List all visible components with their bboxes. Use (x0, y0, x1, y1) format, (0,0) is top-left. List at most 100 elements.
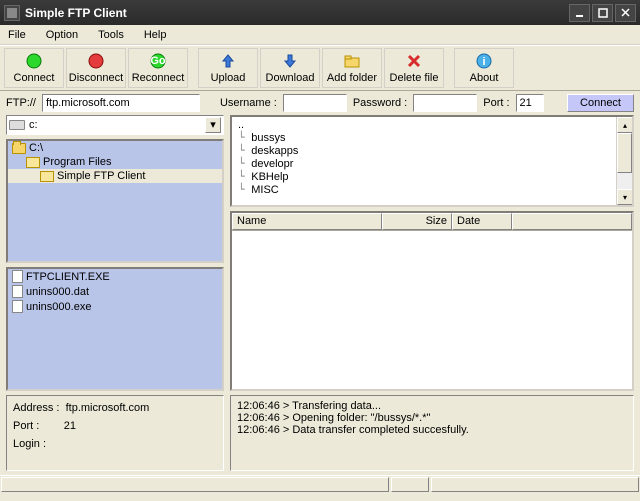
svg-text:Go: Go (150, 55, 166, 67)
username-input[interactable] (283, 94, 347, 112)
menubar: File Option Tools Help (0, 25, 640, 45)
remote-tree-item[interactable]: └ deskapps (238, 144, 610, 157)
minimize-button[interactable] (569, 4, 590, 22)
log-line: 12:06:46 > Transfering data... (237, 400, 627, 412)
upload-button[interactable]: Upload (198, 48, 258, 88)
drive-selector[interactable]: c: ▾ (6, 115, 224, 135)
window-title: Simple FTP Client (25, 6, 569, 20)
delete-icon (405, 52, 423, 70)
delete-file-label: Delete file (390, 72, 439, 84)
disconnect-button[interactable]: Disconnect (66, 48, 126, 88)
maximize-button[interactable] (592, 4, 613, 22)
connect-icon (25, 52, 43, 70)
about-button[interactable]: i About (454, 48, 514, 88)
add-folder-label: Add folder (327, 72, 377, 84)
app-icon (4, 5, 20, 21)
remote-tree-item[interactable]: └ KBHelp (238, 170, 610, 183)
scroll-thumb[interactable] (617, 133, 632, 173)
col-date[interactable]: Date (452, 213, 512, 230)
remote-tree-label: developr (251, 158, 293, 170)
status-login-label: Login : (13, 438, 46, 450)
chevron-down-icon: ▾ (205, 117, 221, 133)
scroll-down-icon[interactable]: ▾ (617, 189, 633, 205)
status-port-label: Port : (13, 420, 39, 432)
password-label: Password : (353, 97, 407, 109)
local-tree-label: Simple FTP Client (57, 170, 145, 182)
upload-icon (219, 52, 237, 70)
host-input[interactable] (42, 94, 200, 112)
port-input[interactable] (516, 94, 544, 112)
remote-folder-tree[interactable]: .. └ bussys └ deskapps └ developr └ KBHe… (230, 115, 634, 207)
connect-label: Connect (14, 72, 55, 84)
local-folder-tree[interactable]: C:\Program Files Simple FTP Client (6, 139, 224, 263)
status-addr: ftp.microsoft.com (66, 402, 150, 414)
local-tree-item[interactable]: C:\ (8, 141, 222, 155)
folder-icon (26, 157, 40, 168)
connect-remote-button[interactable]: Connect (567, 94, 634, 112)
download-button[interactable]: Download (260, 48, 320, 88)
local-file-list[interactable]: FTPCLIENT.EXE unins000.dat unins000.exe (6, 267, 224, 391)
toolbar: Connect Disconnect Go Reconnect Upload D… (0, 45, 640, 91)
col-size[interactable]: Size (382, 213, 452, 230)
file-icon (12, 285, 23, 298)
remote-file-list[interactable]: Name Size Date (230, 211, 634, 391)
col-spare (512, 213, 632, 230)
menu-file[interactable]: File (4, 27, 30, 43)
local-tree-label: C:\ (29, 142, 43, 154)
remote-tree-item[interactable]: └ bussys (238, 131, 610, 144)
menu-tools[interactable]: Tools (94, 27, 128, 43)
about-label: About (470, 72, 499, 84)
delete-file-button[interactable]: Delete file (384, 48, 444, 88)
local-file-label: FTPCLIENT.EXE (26, 271, 110, 283)
close-button[interactable] (615, 4, 636, 22)
download-icon (281, 52, 299, 70)
file-icon (12, 300, 23, 313)
remote-tree-scrollbar[interactable]: ▴ ▾ (616, 117, 632, 205)
port-label: Port : (483, 97, 509, 109)
local-file-item[interactable]: FTPCLIENT.EXE (8, 269, 222, 284)
disconnect-label: Disconnect (69, 72, 123, 84)
local-file-label: unins000.exe (26, 301, 91, 313)
log-panel: 12:06:46 > Transfering data...12:06:46 >… (230, 395, 634, 471)
drive-icon (9, 120, 25, 130)
username-label: Username : (220, 97, 277, 109)
reconnect-button[interactable]: Go Reconnect (128, 48, 188, 88)
menu-help[interactable]: Help (140, 27, 171, 43)
add-folder-button[interactable]: Add folder (322, 48, 382, 88)
statusbar (0, 475, 640, 493)
status-panel: Address : ftp.microsoft.com Port : 21 Lo… (6, 395, 224, 471)
disconnect-icon (87, 52, 105, 70)
local-file-item[interactable]: unins000.dat (8, 284, 222, 299)
reconnect-label: Reconnect (132, 72, 185, 84)
download-label: Download (266, 72, 315, 84)
remote-tree-label: deskapps (251, 145, 298, 157)
folder-icon (12, 143, 26, 154)
status-addr-label: Address : (13, 402, 59, 414)
local-tree-item[interactable]: Simple FTP Client (8, 169, 222, 183)
col-name[interactable]: Name (232, 213, 382, 230)
menu-option[interactable]: Option (42, 27, 82, 43)
connection-row: FTP:// Username : Password : Port : Conn… (0, 91, 640, 115)
log-line: 12:06:46 > Data transfer completed succe… (237, 424, 627, 436)
remote-tree-item[interactable]: └ MISC (238, 183, 610, 196)
scroll-up-icon[interactable]: ▴ (617, 117, 633, 133)
about-icon: i (475, 52, 493, 70)
remote-list-header: Name Size Date (232, 213, 632, 231)
local-tree-label: Program Files (43, 156, 111, 168)
remote-tree-item[interactable]: └ developr (238, 157, 610, 170)
upload-label: Upload (211, 72, 246, 84)
add-folder-icon (343, 52, 361, 70)
ftp-label: FTP:// (6, 97, 36, 109)
password-input[interactable] (413, 94, 477, 112)
connect-button[interactable]: Connect (4, 48, 64, 88)
remote-tree-label: KBHelp (251, 171, 288, 183)
local-file-label: unins000.dat (26, 286, 89, 298)
svg-text:i: i (482, 56, 485, 68)
log-line: 12:06:46 > Opening folder: "/bussys/*.*" (237, 412, 627, 424)
reconnect-icon: Go (149, 52, 167, 70)
remote-tree-item[interactable]: .. (238, 119, 610, 131)
status-port: 21 (64, 420, 76, 432)
file-icon (12, 270, 23, 283)
local-tree-item[interactable]: Program Files (8, 155, 222, 169)
local-file-item[interactable]: unins000.exe (8, 299, 222, 314)
